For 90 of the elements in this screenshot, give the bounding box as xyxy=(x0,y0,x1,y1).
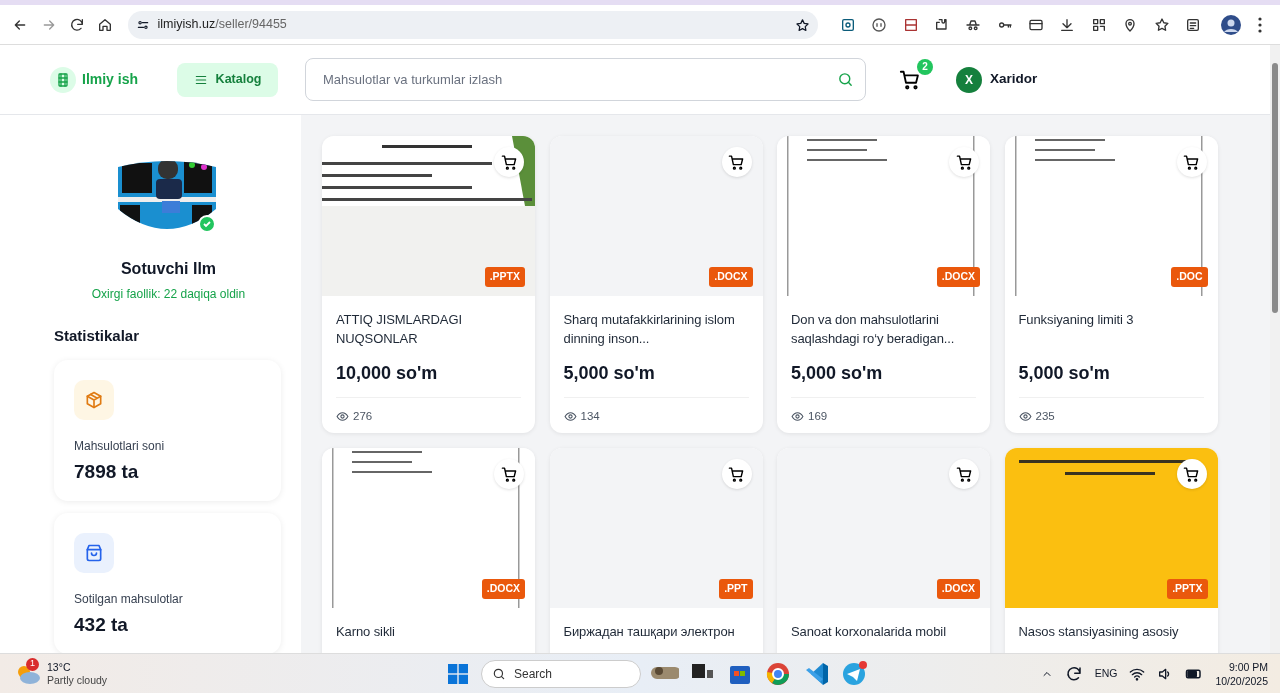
eye-icon xyxy=(1018,410,1032,424)
logo-icon xyxy=(55,71,71,88)
search-icon[interactable] xyxy=(837,71,855,88)
product-card[interactable]: .PPTX ATTIQ JISMLARDAGI NUQSONLAR 10,000 so'm 276 xyxy=(322,136,535,433)
reading-list-icon[interactable] xyxy=(1185,16,1202,33)
add-to-cart-button[interactable] xyxy=(721,459,752,489)
windows-start-icon[interactable] xyxy=(448,663,468,684)
cart-icon xyxy=(1183,153,1200,171)
stat-label: Sotilgan mahsulotlar xyxy=(74,590,184,608)
product-card[interactable]: .DOCX Karno sikli xyxy=(322,448,535,653)
bookmark-star-icon[interactable] xyxy=(794,17,810,33)
bag-icon xyxy=(84,542,104,563)
product-title[interactable]: Don va don mahsulotlarini saqlashdagi ro‘y beradigan... xyxy=(791,310,976,348)
product-title[interactable]: ATTIQ JISMLARDAGI NUQSONLAR xyxy=(336,310,521,348)
file-format-badge: .PPTX xyxy=(1167,579,1208,599)
scrollbar[interactable] xyxy=(1270,45,1280,653)
extension-icon[interactable] xyxy=(871,16,888,33)
taskbar-search-field[interactable]: Search xyxy=(481,659,641,688)
search-field[interactable]: Mahsulotlar va turkumlar izlash xyxy=(305,58,867,101)
view-count: 134 xyxy=(580,409,600,424)
product-price: 5,000 so'm xyxy=(563,360,749,398)
file-format-badge: .DOCX xyxy=(936,267,980,287)
scrollbar-thumb[interactable] xyxy=(1272,63,1278,313)
cart-icon xyxy=(728,465,745,483)
cart-count-badge: 2 xyxy=(917,58,934,75)
product-card[interactable]: .DOCX Sanoat korxonalarida mobil xyxy=(777,448,990,653)
cart-icon xyxy=(1183,465,1200,483)
file-format-badge: .DOCX xyxy=(936,579,980,599)
product-price: 5,000 so'm xyxy=(1018,360,1204,398)
cart-icon xyxy=(955,465,973,483)
cart-icon xyxy=(500,465,518,483)
view-count: 169 xyxy=(808,409,828,424)
stat-value: 7898 ta xyxy=(74,459,140,484)
cart-button[interactable] xyxy=(899,68,922,91)
product-title[interactable]: Биржадан ташқари электрон xyxy=(563,622,749,653)
language-indicator[interactable]: ENG xyxy=(1094,665,1118,682)
file-format-badge: .DOC xyxy=(1171,267,1208,287)
product-card[interactable]: .PPTX Nasos stansiyasining asosiy xyxy=(1004,448,1218,653)
view-count: 276 xyxy=(353,409,373,424)
home-icon[interactable] xyxy=(97,16,114,33)
eye-icon xyxy=(336,410,349,424)
extension-icon[interactable] xyxy=(902,16,919,33)
search-icon xyxy=(492,666,506,681)
cart-icon xyxy=(728,153,745,171)
product-card[interactable]: .PPT Биржадан ташқари электрон xyxy=(549,448,763,653)
last-activity-text: Oxirgi faollik: 22 daqiqa oldin xyxy=(90,286,247,303)
star-list-icon[interactable] xyxy=(1153,16,1170,33)
reload-icon[interactable] xyxy=(68,16,85,33)
product-title[interactable]: Nasos stansiyasining asosiy xyxy=(1018,622,1204,653)
url-text: ilmiyish.uz/seller/94455 xyxy=(157,16,287,34)
sync-icon[interactable] xyxy=(1064,664,1083,683)
file-format-badge: .DOCX xyxy=(481,579,525,599)
box-icon xyxy=(84,389,104,410)
cart-icon xyxy=(899,68,922,91)
product-title[interactable]: Sharq mutafakkirlarining islom dinning inson... xyxy=(563,310,749,348)
product-title[interactable]: Sanoat korxonalarida mobil xyxy=(791,622,976,653)
address-bar[interactable]: ilmiyish.uz/seller/94455 xyxy=(127,10,818,39)
stat-label: Mahsulotlari soni xyxy=(74,437,166,455)
product-title[interactable]: Karno sikli xyxy=(336,622,521,653)
product-title[interactable]: Funksiyaning limiti 3 xyxy=(1018,310,1204,348)
add-to-cart-button[interactable] xyxy=(949,459,979,489)
user-name[interactable]: Xaridor xyxy=(990,69,1038,90)
file-format-badge: .DOCX xyxy=(709,267,753,287)
cart-icon xyxy=(955,153,973,171)
download-icon[interactable] xyxy=(1059,16,1076,33)
product-card[interactable]: .DOC Funksiyaning limiti 3 5,000 so'm 235 xyxy=(1004,136,1218,433)
section-title: Statistikalar xyxy=(54,326,141,346)
file-format-badge: .PPT xyxy=(719,579,753,599)
extension-icon[interactable] xyxy=(839,16,856,33)
product-card[interactable]: .DOCX Sharq mutafakkirlarining islom dinning inson... 5,000 so'm 134 xyxy=(549,136,763,433)
temperature-text: 13°C xyxy=(47,660,72,674)
cart-icon xyxy=(500,153,518,171)
product-price: 5,000 so'm xyxy=(791,360,976,398)
eye-icon xyxy=(791,410,804,424)
file-format-badge: .PPTX xyxy=(484,267,525,287)
product-card[interactable]: .DOCX Don va don mahsulotlarini saqlashdagi ro‘y beradigan... 5,000 so'm 169 xyxy=(777,136,990,433)
clock[interactable]: 9:00 PM 10/20/2025 xyxy=(1215,659,1268,688)
qr-code-icon[interactable] xyxy=(1090,16,1107,33)
stat-value: 432 ta xyxy=(74,612,129,637)
product-price: 10,000 so'm xyxy=(336,360,521,398)
user-avatar[interactable]: X xyxy=(956,66,983,93)
catalog-button[interactable]: Katalog xyxy=(177,62,279,97)
view-count: 235 xyxy=(1035,409,1055,424)
add-to-cart-button[interactable] xyxy=(721,147,752,177)
profile-avatar-icon[interactable] xyxy=(1221,14,1242,35)
menu-icon[interactable] xyxy=(1257,16,1262,33)
eye-icon xyxy=(563,410,577,424)
weather-condition-text: Partly cloudy xyxy=(47,673,108,687)
notification-badge: 1 xyxy=(26,657,39,671)
seller-name: Sotuvchi Ilm xyxy=(119,259,218,279)
